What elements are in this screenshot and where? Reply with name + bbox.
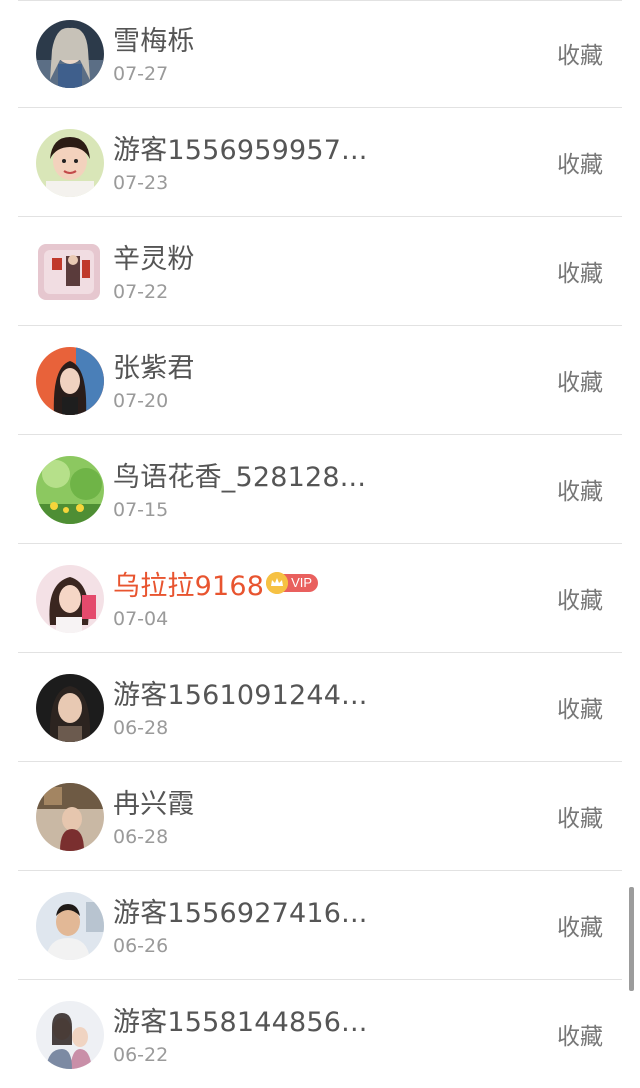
username[interactable]: 游客1558144856... [113, 1000, 368, 1039]
avatar[interactable] [36, 565, 104, 633]
list-divider [18, 107, 622, 108]
list-item[interactable]: 雪梅栎 07-27 收藏 [0, 0, 640, 108]
collect-button[interactable]: 收藏 [557, 1017, 603, 1051]
date-label: 06-28 [113, 717, 169, 739]
username-line: 鸟语花香_528128... [113, 453, 366, 495]
collect-button[interactable]: 收藏 [557, 799, 603, 833]
date-label: 06-22 [113, 1044, 169, 1066]
list-item[interactable]: 冉兴霞 06-28 收藏 [0, 763, 640, 871]
avatar[interactable] [36, 347, 104, 415]
list-divider [18, 979, 622, 980]
date-label: 07-20 [113, 390, 169, 412]
list-item[interactable]: 张紫君 07-20 收藏 [0, 327, 640, 435]
date-label: 07-23 [113, 172, 169, 194]
username[interactable]: 游客1556959957... [113, 128, 368, 167]
list-item[interactable]: 乌拉拉9168 VIP 07-04 收藏 [0, 545, 640, 653]
date-label: 07-04 [113, 608, 169, 630]
collect-button[interactable]: 收藏 [557, 254, 603, 288]
list-item[interactable]: 辛灵粉 07-22 收藏 [0, 218, 640, 326]
collect-button[interactable]: 收藏 [557, 690, 603, 724]
username-line: 辛灵粉 [113, 235, 195, 277]
list-item[interactable]: 游客1561091244... 06-28 收藏 [0, 654, 640, 762]
list-divider [18, 761, 622, 762]
vip-badge: VIP [266, 572, 319, 594]
username[interactable]: 张紫君 [113, 346, 195, 385]
username[interactable]: 鸟语花香_528128... [113, 455, 366, 494]
list-divider [18, 325, 622, 326]
username-line: 游客1561091244... [113, 671, 368, 713]
list-divider [18, 543, 622, 544]
crown-icon [266, 572, 289, 594]
list-divider [18, 870, 622, 871]
avatar[interactable] [36, 20, 104, 88]
username[interactable]: 游客1561091244... [113, 673, 368, 712]
date-label: 06-28 [113, 826, 169, 848]
list-divider [18, 434, 622, 435]
list-divider [18, 652, 622, 653]
username-line: 游客1558144856... [113, 998, 368, 1040]
username[interactable]: 游客1556927416... [113, 891, 368, 930]
avatar[interactable] [36, 783, 104, 851]
collect-button[interactable]: 收藏 [557, 472, 603, 506]
date-label: 07-22 [113, 281, 169, 303]
collect-button[interactable]: 收藏 [557, 363, 603, 397]
follower-list: 雪梅栎 07-27 收藏 游客1556959957... 07-23 收藏 辛灵… [0, 0, 640, 1088]
username[interactable]: 雪梅栎 [113, 19, 195, 58]
collect-button[interactable]: 收藏 [557, 145, 603, 179]
list-item[interactable]: 鸟语花香_528128... 07-15 收藏 [0, 436, 640, 544]
username[interactable]: 辛灵粉 [113, 237, 195, 276]
date-label: 07-15 [113, 499, 169, 521]
collect-button[interactable]: 收藏 [557, 908, 603, 942]
scrollbar[interactable] [629, 887, 634, 991]
avatar[interactable] [38, 244, 100, 300]
date-label: 07-27 [113, 63, 169, 85]
list-item[interactable]: 游客1558144856... 06-22 收藏 [0, 981, 640, 1088]
username-line: 雪梅栎 [113, 17, 195, 59]
avatar[interactable] [36, 892, 104, 960]
username[interactable]: 冉兴霞 [113, 782, 195, 821]
username-line: 张紫君 [113, 344, 195, 386]
avatar[interactable] [36, 129, 104, 197]
username-line: 游客1556927416... [113, 889, 368, 931]
avatar[interactable] [36, 456, 104, 524]
username-line: 乌拉拉9168 VIP [113, 562, 319, 604]
collect-button[interactable]: 收藏 [557, 36, 603, 70]
username-line: 游客1556959957... [113, 126, 368, 168]
avatar[interactable] [36, 1001, 104, 1069]
username-line: 冉兴霞 [113, 780, 195, 822]
avatar[interactable] [36, 674, 104, 742]
collect-button[interactable]: 收藏 [557, 581, 603, 615]
date-label: 06-26 [113, 935, 169, 957]
list-item[interactable]: 游客1556959957... 07-23 收藏 [0, 109, 640, 217]
list-item[interactable]: 游客1556927416... 06-26 收藏 [0, 872, 640, 980]
list-divider [18, 216, 622, 217]
username[interactable]: 乌拉拉9168 [113, 564, 264, 603]
